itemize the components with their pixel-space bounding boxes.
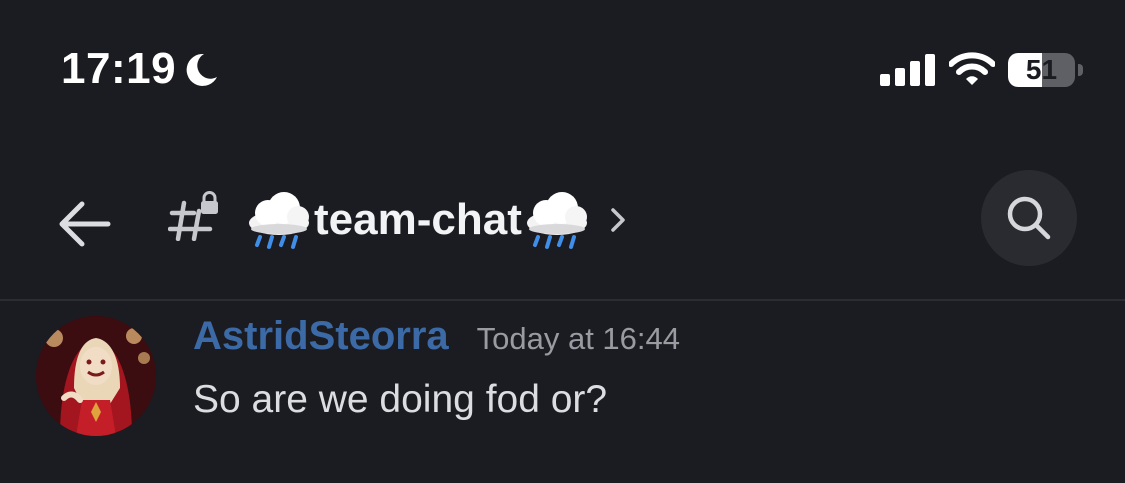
arrow-left-icon [59,201,111,247]
avatar[interactable] [36,316,156,436]
author-name[interactable]: AstridSteorra [193,314,449,359]
chat-message[interactable]: AstridSteorra Today at 16:44 So are we d… [0,302,1125,483]
message-header: AstridSteorra Today at 16:44 [193,314,680,359]
back-button[interactable] [52,192,116,256]
channel-header: team-chat [0,150,1125,300]
channel-name: team-chat [314,195,522,244]
locked-hash-icon [168,191,218,241]
search-icon [1007,196,1051,240]
cellular-signal-icon [880,54,935,86]
moon-icon [186,53,217,86]
wifi-icon [949,52,995,85]
battery-cap [1078,64,1083,76]
header-divider [0,299,1125,301]
message-timestamp: Today at 16:44 [476,321,681,356]
status-time: 17:19 [61,44,177,93]
search-button[interactable] [981,170,1077,266]
channel-title[interactable]: team-chat [246,184,628,256]
chevron-right-icon [611,208,625,232]
status-bar: 17:19 51 [0,0,1125,140]
cloud-rain-icon [526,192,587,249]
cloud-rain-icon [249,192,309,249]
battery-body: 51 [1008,53,1075,87]
avatar-image [36,316,156,436]
discord-app: 17:19 51 team-chat AstridSteorra Today a… [0,0,1125,483]
battery-indicator: 51 [1008,53,1084,87]
battery-percent: 51 [1025,54,1058,85]
message-content: So are we doing fod or? [193,378,608,421]
